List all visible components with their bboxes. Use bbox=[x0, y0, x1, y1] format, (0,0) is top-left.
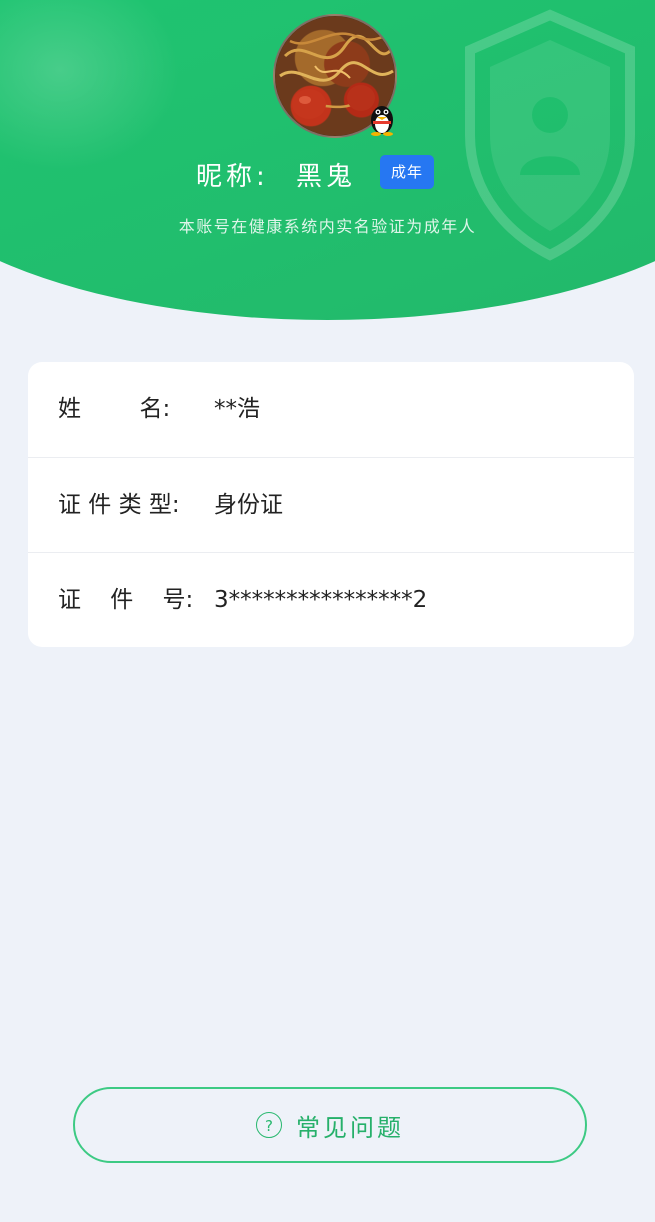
question-circle-icon: ? bbox=[256, 1112, 282, 1138]
id-number-value: 3****************2 bbox=[214, 587, 428, 613]
name-row: 姓 名: **浩 bbox=[28, 362, 634, 456]
id-number-row: 证 件 号: 3****************2 bbox=[28, 552, 634, 647]
nickname-row: 昵称: 黑鬼 成年 bbox=[0, 150, 655, 196]
id-type-row: 证 件 类 型: 身份证 bbox=[28, 457, 634, 552]
nickname-value: 黑鬼 bbox=[296, 162, 357, 192]
verification-note: 本账号在健康系统内实名验证为成年人 bbox=[178, 217, 477, 236]
faq-button-content: ? 常见问题 bbox=[75, 1089, 585, 1161]
name-label: 姓 名: bbox=[58, 396, 171, 422]
name-value: **浩 bbox=[214, 396, 260, 422]
qq-penguin-icon bbox=[371, 106, 393, 136]
nickname-label: 昵称: bbox=[196, 162, 269, 192]
profile-header: 昵称: 黑鬼 成年 本账号在健康系统内实名验证为成年人 bbox=[0, 0, 655, 330]
faq-button[interactable]: ? 常见问题 bbox=[73, 1087, 587, 1163]
faq-label: 常见问题 bbox=[296, 1113, 404, 1142]
adult-status-badge: 成年 bbox=[380, 155, 434, 189]
id-number-label: 证 件 号: bbox=[58, 587, 194, 613]
id-type-value: 身份证 bbox=[214, 492, 283, 518]
id-type-label: 证 件 类 型: bbox=[58, 492, 180, 518]
identity-info-card: 姓 名: **浩 证 件 类 型: 身份证 证 件 号: 3**********… bbox=[28, 362, 634, 647]
